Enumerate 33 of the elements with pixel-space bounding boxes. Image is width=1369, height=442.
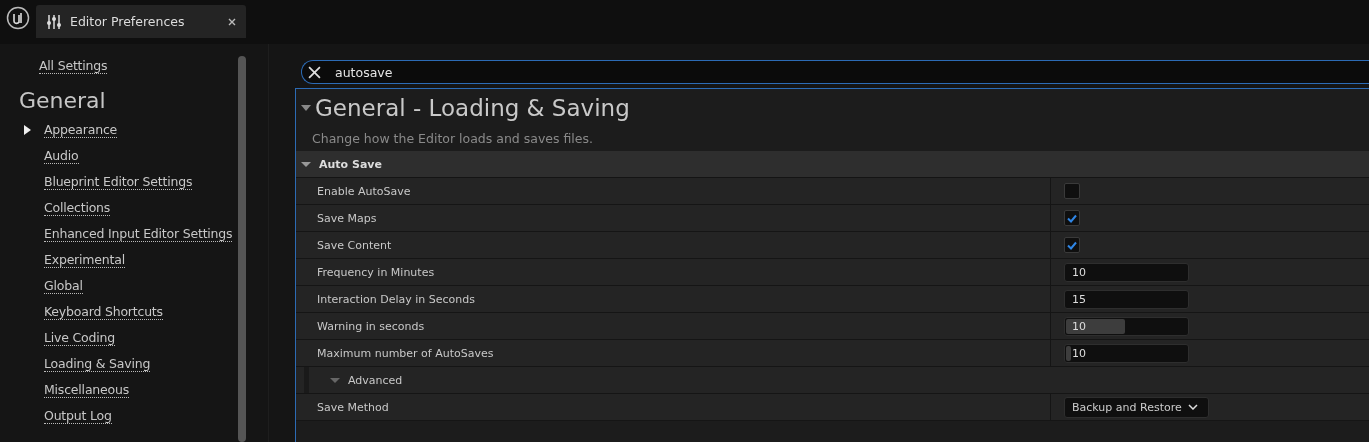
property-label: Save Method [317,400,389,414]
property-label: Save Maps [317,211,377,225]
sidebar-item[interactable]: Experimental [44,252,125,268]
sidebar-item[interactable]: Keyboard Shortcuts [44,304,163,320]
sidebar-item[interactable]: Loading & Saving [44,356,151,372]
sidebar-item[interactable]: Collections [44,200,111,216]
property-label: Save Content [317,238,392,252]
number-field[interactable]: 10 [1064,316,1189,336]
all-settings-link[interactable]: All Settings [39,58,108,74]
sidebar-item[interactable]: Output Log [44,408,112,424]
sidebar-item[interactable]: Miscellaneous [44,382,130,398]
editor-tab[interactable]: Editor Preferences [36,5,246,38]
number-field[interactable]: 10 [1064,262,1189,282]
dropdown[interactable]: Backup and Restore [1064,396,1209,418]
panel-description: Change how the Editor loads and saves files. [311,130,594,148]
property-label: Enable AutoSave [317,184,411,198]
category-header[interactable]: Auto Save [296,151,1369,178]
number-field[interactable]: 10 [1064,343,1189,363]
sidebar-item[interactable]: Enhanced Input Editor Settings [44,226,233,242]
property-label: Advanced [348,373,403,387]
panel-title: General - Loading & Saving [315,95,630,121]
property-label: Interaction Delay in Seconds [317,292,475,306]
property-label: Maximum number of AutoSaves [317,346,494,360]
sidebar-item[interactable]: Appearance [44,122,118,138]
property-label: Warning in seconds [317,319,425,333]
number-field[interactable]: 15 [1064,289,1189,309]
sidebar-item[interactable]: Global [44,278,83,294]
tab-title: Editor Preferences [70,14,186,29]
section-heading: General [19,88,107,113]
sidebar-item[interactable]: Audio [44,148,79,164]
property-label: Frequency in Minutes [317,265,435,279]
sidebar-item[interactable]: Live Coding [44,330,115,346]
sidebar-item[interactable]: Blueprint Editor Settings [44,174,193,190]
